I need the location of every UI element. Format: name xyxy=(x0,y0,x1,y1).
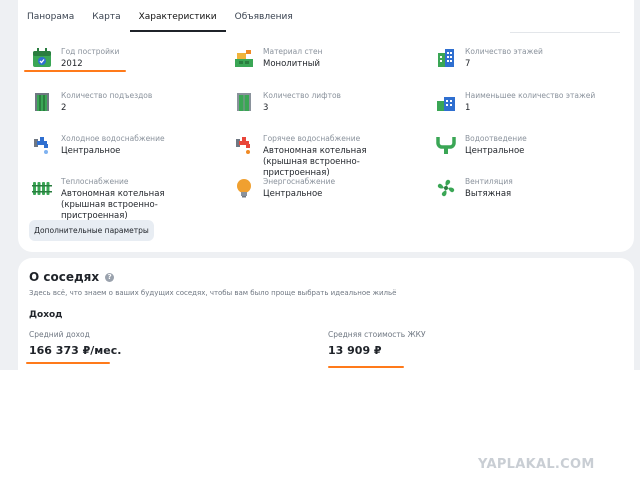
income-value: 166 373 ₽/мес. xyxy=(29,344,122,357)
char-build-year: Год постройки 2012 xyxy=(31,47,211,70)
watermark: YAPLAKAL.COM xyxy=(478,457,595,472)
char-value: Вытяжная xyxy=(465,189,512,199)
drain-pipe-icon xyxy=(435,134,457,156)
highlight-underline xyxy=(328,366,404,368)
bricks-icon xyxy=(233,47,255,69)
help-icon[interactable]: ? xyxy=(105,272,115,282)
char-value: Центральное xyxy=(465,146,525,156)
char-drainage: Водоотведение Центральное xyxy=(435,134,625,157)
char-label: Энергоснабжение xyxy=(263,177,336,186)
income-section-title: Доход xyxy=(29,310,63,320)
char-value: Автономная котельная (крышная встроенно-… xyxy=(263,146,367,178)
char-label: Материал стен xyxy=(263,47,323,56)
char-value: 7 xyxy=(465,59,471,69)
char-value: 3 xyxy=(263,103,269,113)
char-elevators: Количество лифтов 3 xyxy=(233,91,423,114)
char-label: Количество этажей xyxy=(465,47,543,56)
char-min-floors: Наименьшее количество этажей 1 xyxy=(435,91,625,114)
char-label: Год постройки xyxy=(61,47,120,56)
highlight-underline xyxy=(26,362,110,364)
hot-tap-icon xyxy=(233,134,255,156)
char-value: Монолитный xyxy=(263,59,320,69)
char-floors: Количество этажей 7 xyxy=(435,47,625,70)
char-wall-material: Материал стен Монолитный xyxy=(233,47,423,70)
char-value: 2012 xyxy=(61,59,83,69)
tab-panorama[interactable]: Панорама xyxy=(18,0,83,32)
radiator-icon xyxy=(31,177,53,199)
calendar-icon xyxy=(31,47,53,69)
header-divider xyxy=(510,32,620,33)
char-value: 2 xyxy=(61,103,67,113)
lightbulb-icon xyxy=(233,177,255,199)
entrance-icon xyxy=(31,91,53,113)
char-hot-water: Горячее водоснабжение Автономная котельна… xyxy=(233,134,423,179)
elevator-icon xyxy=(233,91,255,113)
char-power-supply: Энергоснабжение Центральное xyxy=(233,177,423,200)
income-label: Средний доход xyxy=(29,330,90,339)
char-ventilation: Вентиляция Вытяжная xyxy=(435,177,625,200)
char-label: Водоотведение xyxy=(465,134,527,143)
neighbors-title: О соседях ? xyxy=(29,270,115,284)
neighbors-subtitle: Здесь всё, что знаем о ваших будущих сос… xyxy=(29,289,397,297)
highlight-underline xyxy=(24,70,126,72)
utilities-value: 13 909 ₽ xyxy=(328,344,382,357)
fan-icon xyxy=(435,177,457,199)
char-value: Центральное xyxy=(263,189,323,199)
char-heating: Теплоснабжение Автономная котельная (крыш… xyxy=(31,177,221,222)
char-label: Наименьшее количество этажей xyxy=(465,91,596,100)
low-building-icon xyxy=(435,91,457,113)
more-parameters-button[interactable]: Дополнительные параметры xyxy=(29,220,154,241)
char-label: Количество подъездов xyxy=(61,91,153,100)
cold-tap-icon xyxy=(31,134,53,156)
utilities-label: Средняя стоимость ЖКУ xyxy=(328,330,426,339)
char-label: Теплоснабжение xyxy=(61,177,129,186)
char-value: Автономная котельная (крышная встроенно-… xyxy=(61,189,165,221)
tab-map[interactable]: Карта xyxy=(83,0,129,32)
building-icon xyxy=(435,47,457,69)
char-label: Холодное водоснабжение xyxy=(61,134,165,143)
char-label: Количество лифтов xyxy=(263,91,341,100)
char-cold-water: Холодное водоснабжение Центральное xyxy=(31,134,211,157)
char-value: 1 xyxy=(465,103,471,113)
char-label: Вентиляция xyxy=(465,177,513,186)
tab-characteristics[interactable]: Характеристики xyxy=(129,0,226,32)
tab-bar: Панорама Карта Характеристики Объявления xyxy=(18,0,302,32)
char-value: Центральное xyxy=(61,146,121,156)
char-entrances: Количество подъездов 2 xyxy=(31,91,211,114)
char-label: Горячее водоснабжение xyxy=(263,134,361,143)
neighbors-title-text: О соседях xyxy=(29,270,100,284)
tab-listings[interactable]: Объявления xyxy=(226,0,302,32)
